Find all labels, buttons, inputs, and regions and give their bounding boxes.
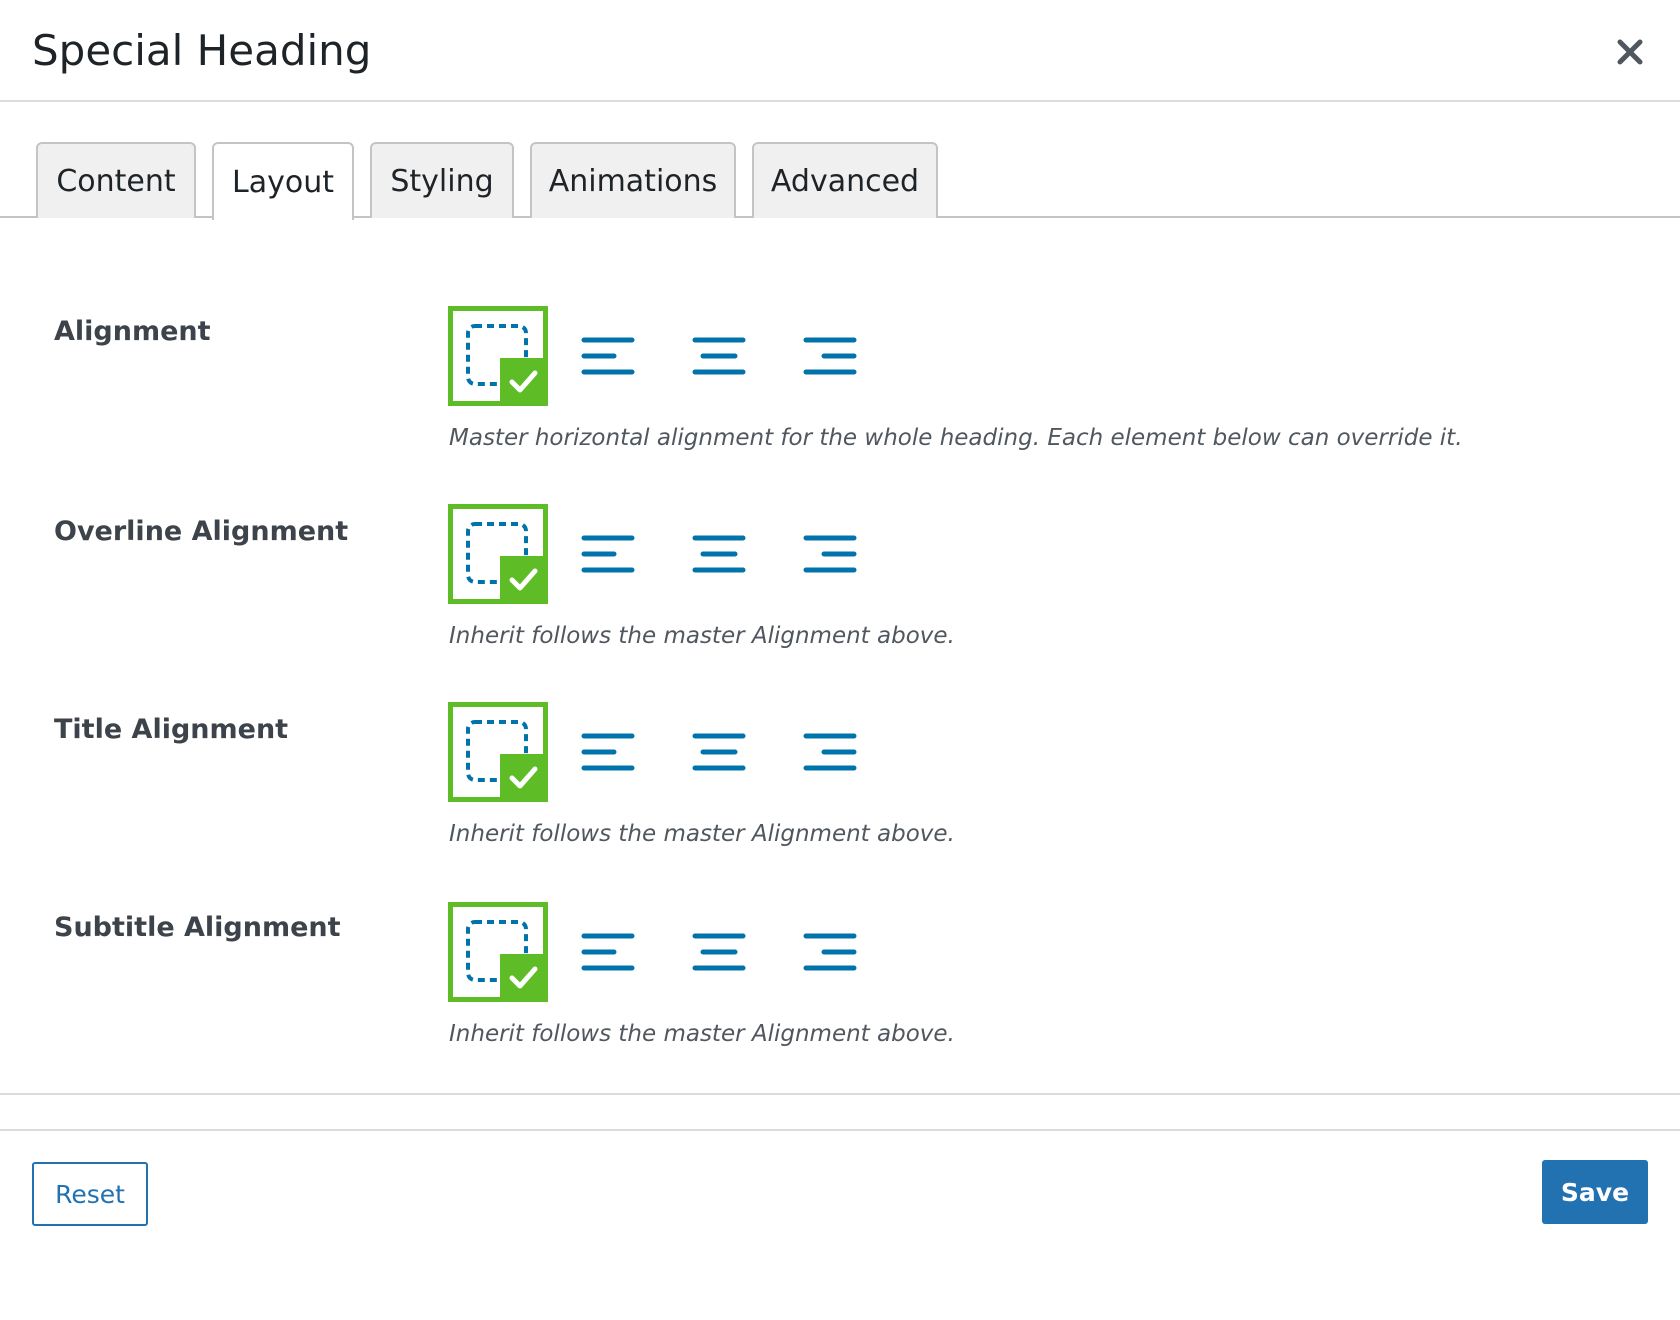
field-description: Master horizontal alignment for the whol… [449,425,1463,451]
tab-styling[interactable]: Styling [370,142,514,218]
inherit-option[interactable] [448,504,548,604]
align-center-option[interactable] [669,702,769,802]
special-heading-dialog: Special Heading Content Layout Styling A… [0,0,1680,1320]
tab-advanced[interactable]: Advanced [752,142,938,218]
close-button[interactable] [1610,32,1650,72]
inherit-option[interactable] [448,702,548,802]
align-left-option[interactable] [558,902,658,1002]
align-left-option[interactable] [558,504,658,604]
align-right-icon [803,337,857,375]
align-right-option[interactable] [780,702,880,802]
align-right-option[interactable] [780,306,880,406]
align-right-option[interactable] [780,504,880,604]
align-center-icon [692,933,746,971]
field-label-title-alignment: Title Alignment [54,714,289,745]
inherit-icon [448,306,548,406]
align-right-icon [803,535,857,573]
align-center-icon [692,337,746,375]
tab-content[interactable]: Content [36,142,196,218]
align-left-icon [581,733,635,771]
inherit-icon [448,902,548,1002]
inherit-option[interactable] [448,306,548,406]
align-left-option[interactable] [558,702,658,802]
align-right-icon [803,733,857,771]
align-left-icon [581,535,635,573]
align-center-icon [692,733,746,771]
align-center-option[interactable] [669,902,769,1002]
align-right-icon [803,933,857,971]
save-button[interactable]: Save [1542,1160,1648,1224]
align-center-icon [692,535,746,573]
close-icon [1617,39,1643,65]
inherit-icon [448,504,548,604]
align-right-option[interactable] [780,902,880,1002]
inherit-icon [448,702,548,802]
footer-divider [0,1129,1680,1131]
align-left-icon [581,933,635,971]
content-divider [0,1093,1680,1095]
dialog-header: Special Heading [0,0,1680,102]
align-center-option[interactable] [669,306,769,406]
align-left-icon [581,337,635,375]
inherit-option[interactable] [448,902,548,1002]
field-description: Inherit follows the master Alignment abo… [449,1021,955,1047]
dialog-title: Special Heading [32,26,372,75]
align-center-option[interactable] [669,504,769,604]
tab-layout[interactable]: Layout [212,142,354,220]
align-left-option[interactable] [558,306,658,406]
field-label-subtitle-alignment: Subtitle Alignment [54,912,341,943]
field-description: Inherit follows the master Alignment abo… [449,623,955,649]
tab-bar: Content Layout Styling Animations Advanc… [0,140,1680,220]
field-label-alignment: Alignment [54,316,211,347]
reset-button[interactable]: Reset [32,1162,148,1226]
tab-animations[interactable]: Animations [530,142,736,218]
field-label-overline-alignment: Overline Alignment [54,516,349,547]
field-description: Inherit follows the master Alignment abo… [449,821,955,847]
